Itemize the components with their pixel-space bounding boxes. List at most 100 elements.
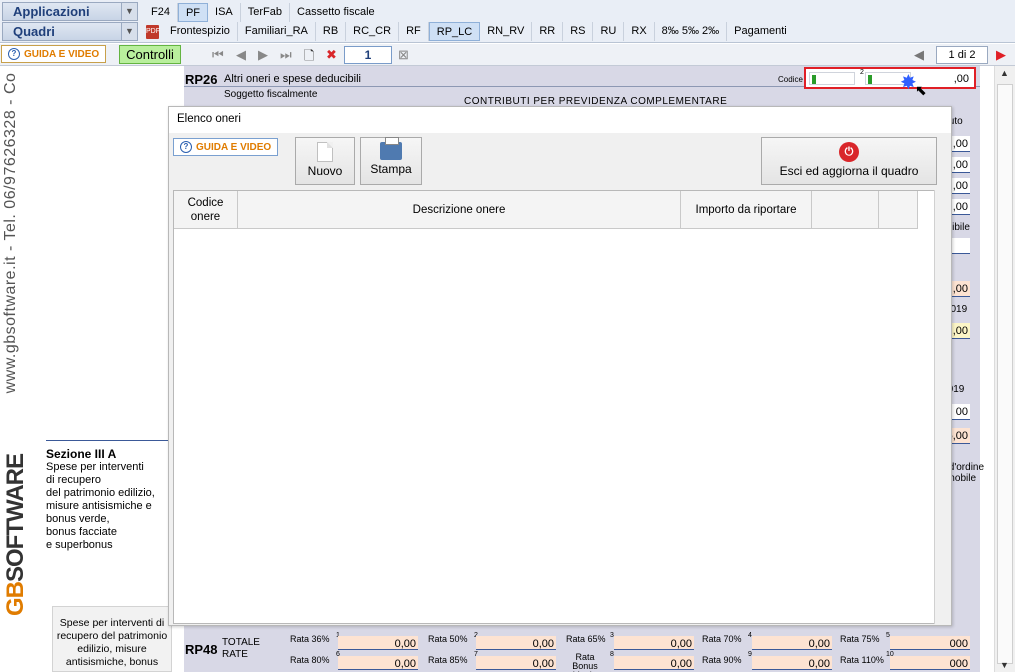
tab-rf[interactable]: RF [399,22,429,41]
tab-rr[interactable]: RR [532,22,564,41]
rp26-desc: Altri oneri e spese deducibili [224,73,361,85]
tab-8-5-2-per-mille[interactable]: 8‰ 5‰ 2‰ [655,22,728,41]
page-toolbar: ? GUIDA E VIDEO Controlli ⏮ ◀ ▶ ⏭ 🗋 ✖ 1 … [0,44,1015,66]
total-line: RATE [222,649,248,660]
bottom-desc-line: recupero del patrimonio [56,630,168,642]
bottom-desc-line: edilizio, misure [77,643,147,655]
rata-label: Rata 70% [702,634,742,644]
vertical-contact-text: www.gbsoftware.it - Tel. 06/97626328 - C… [2,66,26,400]
dialog-guida-video-button[interactable]: ? GUIDA E VIDEO [173,138,279,156]
column-codice-onere[interactable]: Codice onere [174,191,238,229]
page-number-input[interactable]: 1 [344,46,392,64]
column-importo-da-riportare[interactable]: Importo da riportare [681,191,812,229]
rp48-total-label: TOTALE RATE [222,637,260,661]
rp26-code-field-highlight[interactable]: 2 ,00 [804,67,976,89]
first-page-icon[interactable]: ⏮ [212,47,224,63]
tab-cassetto-fiscale[interactable]: Cassetto fiscale [290,3,382,22]
main-scrollbar[interactable]: ▲ ▼ [994,66,1015,672]
rp48-row: RP48 TOTALE RATE Rata 36% 1 0,00 Rata 50… [184,632,980,672]
power-icon: ⏻ [839,142,859,162]
section-desc-line: e superbonus [46,539,113,551]
mouse-cursor-icon: ⬉ [915,82,927,98]
rata-label: Rata 85% [428,655,468,665]
tab-familiari-ra[interactable]: Familiari_RA [238,22,316,41]
tab-pf[interactable]: PF [177,3,209,22]
dialog-title: Elenco oneri [169,107,951,133]
codice-label: Codice [778,75,803,84]
tab-terfab[interactable]: TerFab [241,3,291,22]
new-document-icon [317,142,333,162]
section-info: Sezione III A Spese per interventi di re… [46,440,170,552]
column-empty[interactable] [812,191,879,229]
rata-value[interactable]: 000 [890,636,970,650]
logo-text: GBSOFTWARE [2,454,29,616]
chevron-down-icon[interactable]: ▼ [121,3,137,20]
scroll-down-icon[interactable]: ▼ [1000,660,1009,670]
next-module-icon[interactable]: ▶ [996,47,1006,63]
delete-page-icon[interactable]: ✖ [326,47,337,63]
rata-label: Rata 36% [290,634,330,644]
oneri-table: Codice onere Descrizione onere Importo d… [173,190,937,624]
tab-rb[interactable]: RB [316,22,347,41]
rata-value[interactable]: 0,00 [338,656,418,670]
column-descrizione-onere[interactable]: Descrizione onere [238,191,681,229]
controlli-button[interactable]: Controlli [119,45,181,64]
tab-frontespizio[interactable]: Frontespizio [163,22,238,41]
tab-rc-cr[interactable]: RC_CR [346,22,400,41]
tab-rx[interactable]: RX [624,22,655,41]
prev-page-icon[interactable]: ◀ [236,47,246,63]
rata-label: Rata Bonus Verde [572,652,598,672]
last-page-icon[interactable]: ⏭ [280,47,292,63]
total-line: TOTALE [222,637,260,648]
rata-label: Rata 65% [566,634,606,644]
guida-video-label: GUIDA E VIDEO [24,48,100,60]
scroll-thumb[interactable] [997,84,1013,664]
rata-value[interactable]: 0,00 [752,636,832,650]
section-bottom-info: Spese per interventi di recupero del pat… [52,606,172,672]
tab-isa[interactable]: ISA [208,3,241,22]
soggetto-label: Soggetto fiscalmente [224,89,318,100]
help-icon: ? [8,48,20,60]
remove-page-icon[interactable]: ⊠ [398,47,409,63]
rata-value[interactable]: 0,00 [614,636,694,650]
gb-logo: GBSOFTWARE [2,420,30,620]
rp26-code-field[interactable] [809,72,855,85]
rata-value[interactable]: 000 [890,656,970,670]
rata-value[interactable]: 0,00 [476,636,556,650]
pdf-icon[interactable]: PDF [146,24,160,39]
tab-rn-rv[interactable]: RN_RV [480,22,533,41]
tab-rp-lc[interactable]: RP_LC [428,22,481,41]
applicazioni-dropdown[interactable]: Applicazioni ▼ [2,2,138,21]
stampa-button[interactable]: Stampa [360,137,422,185]
quadri-dropdown[interactable]: Quadri ▼ [2,22,138,41]
column-empty[interactable] [879,191,918,229]
tab-f24[interactable]: F24 [144,3,178,22]
top-menu-bar: Applicazioni ▼ Quadri ▼ F24 PF ISA TerFa… [0,0,1015,43]
applicazioni-label: Applicazioni [13,4,90,19]
rata-value[interactable]: 0,00 [752,656,832,670]
help-icon: ? [180,141,192,153]
page-count: 1 di 2 [936,46,988,64]
rata-label: Rata 90% [702,655,742,665]
scroll-up-icon[interactable]: ▲ [1000,68,1009,78]
rp48-code: RP48 [185,642,218,657]
tab-ru[interactable]: RU [593,22,625,41]
tab-pagamenti[interactable]: Pagamenti [727,22,794,41]
esci-aggiorna-button[interactable]: ⏻ Esci ed aggiorna il quadro [761,137,937,185]
guida-video-button[interactable]: ? GUIDA E VIDEO [1,45,107,63]
rata-value[interactable]: 0,00 [614,656,694,670]
rata-value[interactable]: 0,00 [338,636,418,650]
section-desc-line: bonus verde, [46,513,110,525]
prev-module-icon[interactable]: ◀ [914,47,924,63]
rata-label: Rata 75% [840,634,880,644]
nuovo-button[interactable]: Nuovo [295,137,355,185]
dialog-scrollbar[interactable] [934,190,950,624]
esci-label: Esci ed aggiorna il quadro [779,164,919,178]
bottom-desc-line: Spese per interventi di [59,617,165,629]
rata-value[interactable]: 0,00 [476,656,556,670]
tab-rs[interactable]: RS [563,22,594,41]
top-tabs: F24 PF ISA TerFab Cassetto fiscale [144,3,382,22]
chevron-down-icon[interactable]: ▼ [121,23,137,40]
elenco-oneri-dialog: Elenco oneri ? GUIDA E VIDEO Nuovo Stamp… [168,106,952,626]
next-page-icon[interactable]: ▶ [258,47,268,63]
